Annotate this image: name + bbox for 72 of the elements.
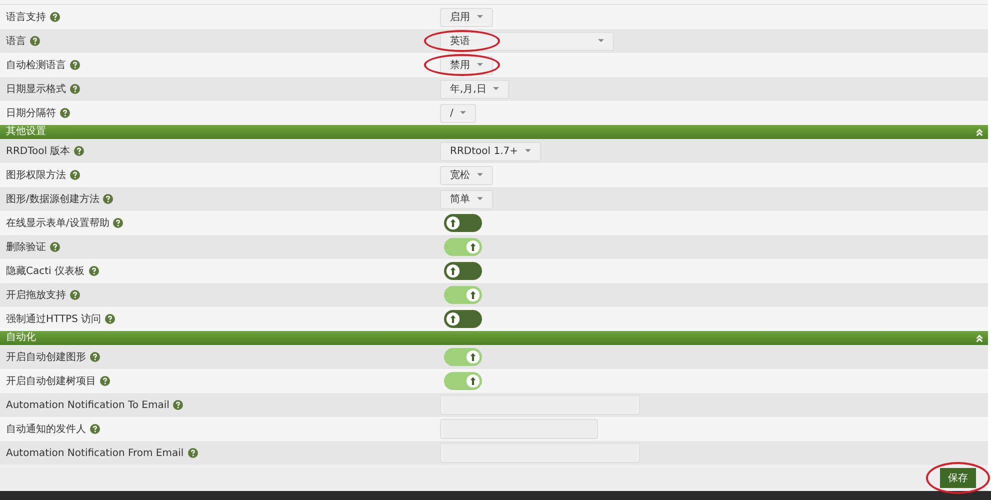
setting-label: 隐藏Cacti 仪表板 — [6, 264, 84, 278]
help-icon[interactable] — [105, 314, 116, 324]
collapse-icon[interactable] — [975, 128, 984, 136]
help-icon[interactable] — [70, 60, 80, 70]
caret-icon — [477, 173, 483, 177]
help-icon[interactable] — [70, 170, 80, 180]
arrow-up-icon — [446, 312, 460, 326]
input-field[interactable] — [440, 419, 598, 439]
help-icon[interactable] — [188, 448, 198, 458]
arrow-up-icon — [466, 288, 480, 302]
save-button[interactable]: 保存 — [940, 468, 976, 488]
arrow-up-icon — [446, 216, 460, 230]
help-icon[interactable] — [173, 400, 184, 410]
setting-label: 自动检测语言 — [6, 58, 66, 72]
setting-label: Automation Notification To Email — [6, 400, 170, 410]
help-icon[interactable] — [30, 36, 40, 46]
section-title: 自动化 — [6, 332, 36, 344]
setting-label: 日期显示格式 — [6, 82, 66, 96]
toggle-switch[interactable] — [444, 310, 482, 328]
toggle-switch[interactable] — [444, 286, 482, 304]
dropdown[interactable]: 启用 — [440, 8, 493, 26]
help-icon[interactable] — [60, 108, 70, 118]
setting-label: 语言支持 — [6, 10, 46, 24]
dropdown[interactable]: 宽松 — [440, 166, 493, 184]
arrow-up-icon — [466, 240, 480, 254]
section-title: 其他设置 — [6, 126, 46, 138]
caret-icon — [493, 87, 500, 91]
setting-label: 在线显示表单/设置帮助 — [6, 216, 110, 230]
toggle-switch[interactable] — [444, 262, 482, 280]
caret-icon — [525, 149, 531, 153]
arrow-up-icon — [446, 264, 460, 278]
setting-label: 开启自动创建图形 — [6, 350, 86, 364]
help-icon[interactable] — [113, 218, 124, 228]
setting-label: RRDTool 版本 — [6, 144, 70, 158]
help-icon[interactable] — [74, 146, 84, 156]
collapse-icon[interactable] — [975, 334, 984, 342]
setting-label: 删除验证 — [6, 241, 46, 254]
setting-label: 图形/数据源创建方法 — [6, 192, 100, 206]
help-icon[interactable] — [70, 84, 80, 94]
caret-icon — [477, 63, 483, 67]
toggle-switch[interactable] — [444, 214, 482, 232]
arrow-up-icon — [466, 374, 480, 388]
help-icon[interactable] — [88, 266, 98, 276]
toggle-switch[interactable] — [444, 372, 482, 390]
help-icon[interactable] — [90, 352, 100, 362]
setting-label: Automation Notification From Email — [6, 448, 184, 458]
caret-icon — [460, 111, 466, 115]
dropdown[interactable]: 年,月,日 — [440, 80, 510, 98]
arrow-up-icon — [466, 350, 480, 364]
setting-label: 语言 — [6, 34, 26, 48]
help-icon[interactable] — [90, 424, 100, 434]
setting-label: 图形权限方法 — [6, 168, 66, 182]
setting-label: 开启自动创建树项目 — [6, 374, 96, 388]
help-icon[interactable] — [50, 12, 60, 22]
dropdown[interactable]: 禁用 — [440, 56, 493, 74]
caret-icon — [477, 15, 483, 19]
dropdown[interactable]: / — [440, 104, 476, 122]
setting-label: 自动通知的发件人 — [6, 422, 86, 436]
help-icon[interactable] — [70, 290, 80, 300]
help-icon[interactable] — [103, 194, 114, 204]
setting-label: 强制通过HTTPS 访问 — [6, 312, 102, 326]
help-icon[interactable] — [100, 376, 110, 386]
caret-icon — [598, 39, 604, 43]
help-icon[interactable] — [50, 242, 60, 252]
setting-label: 开启拖放支持 — [6, 288, 66, 302]
setting-label: 日期分隔符 — [6, 106, 56, 120]
dropdown[interactable]: 英语 — [440, 32, 614, 50]
toggle-switch[interactable] — [444, 348, 482, 366]
dropdown[interactable]: RRDtool 1.7+ — [440, 142, 541, 160]
toggle-switch[interactable] — [444, 238, 482, 256]
caret-icon — [477, 197, 483, 201]
dropdown[interactable]: 简单 — [440, 190, 493, 208]
